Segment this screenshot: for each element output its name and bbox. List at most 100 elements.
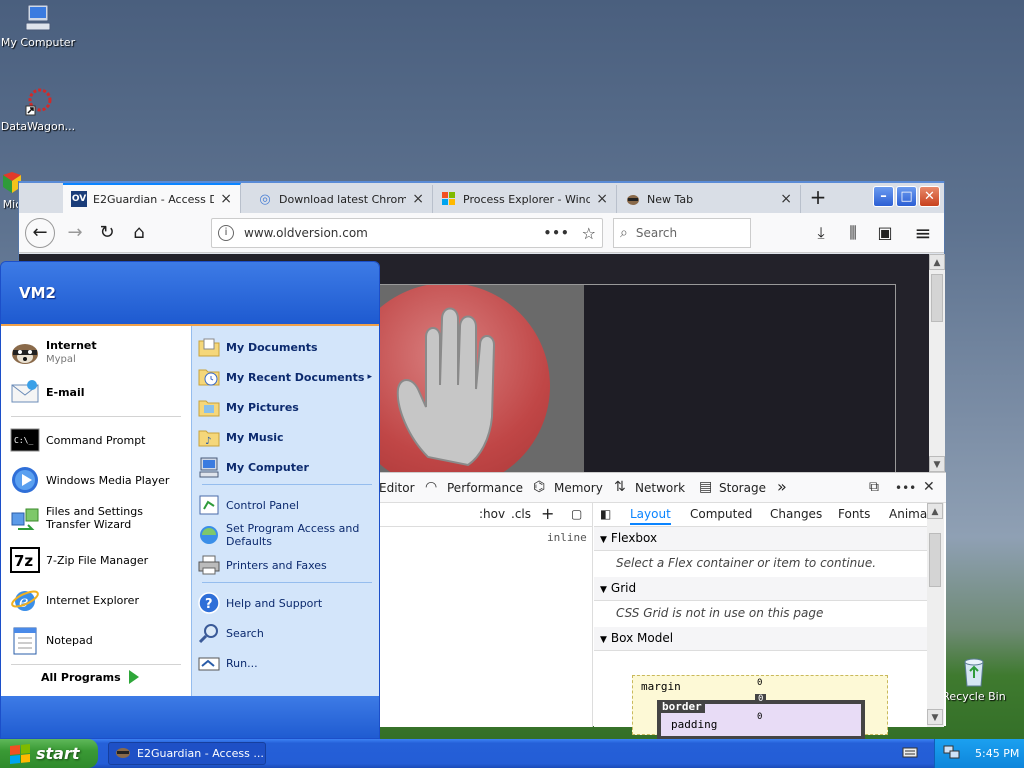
tab-process-explorer[interactable]: Process Explorer - Windo × bbox=[433, 185, 617, 213]
url-bar[interactable]: i www.oldversion.com ••• ☆ bbox=[211, 218, 603, 248]
desktop-icon-my-computer[interactable]: My Computer bbox=[0, 2, 76, 49]
close-window-button[interactable]: ✕ bbox=[919, 186, 940, 207]
devtools-tab-network[interactable]: Network bbox=[635, 481, 685, 495]
new-tab-button[interactable]: + bbox=[807, 187, 829, 209]
svg-text:C:\_: C:\_ bbox=[14, 436, 33, 445]
start-place-my-documents[interactable]: My Documents bbox=[198, 336, 378, 358]
start-item-7zip[interactable]: 7z 7-Zip File Manager bbox=[9, 544, 187, 576]
page-scrollbar[interactable]: ▲ ▼ bbox=[929, 254, 945, 472]
page-actions-icon[interactable]: ••• bbox=[544, 226, 570, 240]
dock-toggle-icon[interactable]: ⧉ bbox=[869, 479, 879, 495]
subtab-changes[interactable]: Changes bbox=[770, 507, 822, 521]
hamburger-menu-icon[interactable]: ≡ bbox=[909, 219, 937, 247]
devtools-tab-performance[interactable]: Performance bbox=[447, 481, 523, 495]
recent-documents-icon bbox=[198, 366, 220, 388]
print-media-icon[interactable]: ▢ bbox=[571, 507, 582, 521]
start-item-label: E-mail bbox=[46, 385, 85, 399]
tab-chromium[interactable]: ◎ Download latest Chromium × bbox=[249, 185, 433, 213]
devtools-tab-editor[interactable]: Editor bbox=[379, 481, 415, 495]
start-item-internet-explorer[interactable]: e Internet Explorer bbox=[9, 584, 187, 616]
computer-icon bbox=[25, 4, 51, 31]
start-item-internet[interactable]: Internet Mypal bbox=[9, 336, 187, 368]
subtab-layout[interactable]: Layout bbox=[630, 507, 671, 525]
all-programs-button[interactable]: All Programs bbox=[41, 670, 139, 684]
tab-e2guardian[interactable]: OV E2Guardian - Access Deni × bbox=[63, 183, 241, 213]
start-item-label: Windows Media Player bbox=[46, 473, 170, 487]
box-model-section-header[interactable]: ▼ Box Model bbox=[594, 627, 927, 651]
more-options-icon[interactable]: ••• bbox=[895, 481, 916, 495]
margin-top-value[interactable]: 0 bbox=[757, 678, 762, 688]
subtab-fonts[interactable]: Fonts bbox=[838, 507, 870, 521]
search-input[interactable]: ⌕ Search bbox=[613, 218, 751, 248]
devtools-tab-memory[interactable]: Memory bbox=[554, 481, 603, 495]
start-item-media-player[interactable]: Windows Media Player bbox=[9, 464, 187, 496]
taskbar-button-e2guardian[interactable]: E2Guardian - Access ... bbox=[108, 742, 266, 765]
clock[interactable]: 5:45 PM bbox=[975, 747, 1019, 760]
flexbox-section-header[interactable]: ▼ Flexbox bbox=[594, 527, 927, 551]
network-tray-icon[interactable] bbox=[943, 744, 961, 763]
download-icon[interactable]: ⤓ bbox=[807, 219, 835, 247]
home-button[interactable]: ⌂ bbox=[125, 219, 153, 247]
start-place-my-computer[interactable]: My Computer bbox=[198, 456, 378, 478]
subtab-computed[interactable]: Computed bbox=[690, 507, 752, 521]
sidebar-toggle-icon[interactable]: ◧ bbox=[600, 507, 611, 521]
start-item-command-prompt[interactable]: C:\_ Command Prompt bbox=[9, 424, 187, 456]
scrollbar-thumb[interactable] bbox=[929, 533, 941, 587]
search-placeholder: Search bbox=[635, 226, 678, 240]
tab-close-icon[interactable]: × bbox=[220, 191, 232, 207]
oldversion-favicon-icon: OV bbox=[71, 191, 87, 207]
scrollbar-thumb[interactable] bbox=[931, 274, 943, 322]
start-place-recent-documents[interactable]: My Recent Documents ▸ bbox=[198, 366, 378, 388]
section-title: Flexbox bbox=[610, 531, 658, 545]
hover-states-button[interactable]: :hov bbox=[479, 507, 505, 521]
desktop-icon-datawagon[interactable]: DataWagon... bbox=[0, 86, 76, 133]
scroll-up-arrow-icon[interactable]: ▲ bbox=[929, 254, 945, 270]
tab-close-icon[interactable]: × bbox=[780, 191, 792, 207]
start-place-search[interactable]: Search bbox=[198, 622, 378, 644]
start-place-my-music[interactable]: ♪ My Music bbox=[198, 426, 378, 448]
padding-top-value[interactable]: 0 bbox=[757, 712, 762, 722]
start-place-program-access[interactable]: Set Program Access and Defaults bbox=[198, 522, 378, 548]
start-place-label: My Music bbox=[226, 430, 284, 444]
close-devtools-icon[interactable]: ✕ bbox=[923, 479, 935, 495]
start-place-printers[interactable]: Printers and Faxes bbox=[198, 554, 378, 576]
url-text[interactable]: www.oldversion.com bbox=[244, 226, 544, 240]
scroll-up-arrow-icon[interactable]: ▲ bbox=[927, 503, 943, 519]
scroll-down-arrow-icon[interactable]: ▼ bbox=[927, 709, 943, 725]
site-info-icon[interactable]: i bbox=[218, 225, 234, 241]
start-place-my-pictures[interactable]: My Pictures bbox=[198, 396, 378, 418]
more-tabs-icon[interactable]: » bbox=[777, 477, 787, 496]
reload-button[interactable]: ↻ bbox=[93, 219, 121, 247]
border-top-value[interactable]: 0 bbox=[755, 694, 767, 704]
tab-close-icon[interactable]: × bbox=[412, 191, 424, 207]
devtools-tab-storage[interactable]: Storage bbox=[719, 481, 766, 495]
expand-triangle-icon: ▼ bbox=[600, 585, 607, 595]
grid-section-header[interactable]: ▼ Grid bbox=[594, 577, 927, 601]
tab-new-tab[interactable]: New Tab × bbox=[617, 185, 801, 213]
start-place-run[interactable]: Run... bbox=[198, 652, 378, 674]
start-button[interactable]: start bbox=[0, 739, 98, 768]
start-item-notepad[interactable]: Notepad bbox=[9, 624, 187, 656]
library-icon[interactable]: ⫼ bbox=[839, 219, 867, 247]
back-button[interactable]: ← bbox=[25, 218, 55, 248]
subtab-animations[interactable]: Animat bbox=[889, 507, 932, 521]
start-item-transfer-wizard[interactable]: Files and Settings Transfer Wizard bbox=[9, 502, 187, 534]
minimize-button[interactable]: – bbox=[873, 186, 894, 207]
start-item-email[interactable]: E-mail bbox=[9, 376, 187, 408]
navigation-toolbar: ← → ↻ ⌂ i www.oldversion.com ••• ☆ ⌕ Sea… bbox=[19, 213, 944, 253]
start-place-help[interactable]: ? Help and Support bbox=[198, 592, 378, 614]
layout-scrollbar[interactable]: ▲ ▼ bbox=[927, 503, 944, 727]
tab-close-icon[interactable]: × bbox=[596, 191, 608, 207]
class-toggle-button[interactable]: .cls bbox=[511, 507, 531, 521]
start-place-control-panel[interactable]: Control Panel bbox=[198, 494, 378, 516]
maximize-button[interactable]: □ bbox=[896, 186, 917, 207]
desktop-icon-recycle-bin[interactable]: Recycle Bin bbox=[942, 656, 1006, 703]
add-rule-button[interactable]: + bbox=[541, 504, 554, 523]
notepad-icon bbox=[9, 624, 41, 656]
bookmark-star-icon[interactable]: ☆ bbox=[582, 224, 596, 243]
flexbox-hint: Select a Flex container or item to conti… bbox=[616, 556, 877, 570]
keyboard-icon[interactable] bbox=[902, 745, 918, 762]
scroll-down-arrow-icon[interactable]: ▼ bbox=[929, 456, 945, 472]
sidebar-icon[interactable]: ▣ bbox=[871, 219, 899, 247]
forward-button[interactable]: → bbox=[61, 219, 89, 247]
